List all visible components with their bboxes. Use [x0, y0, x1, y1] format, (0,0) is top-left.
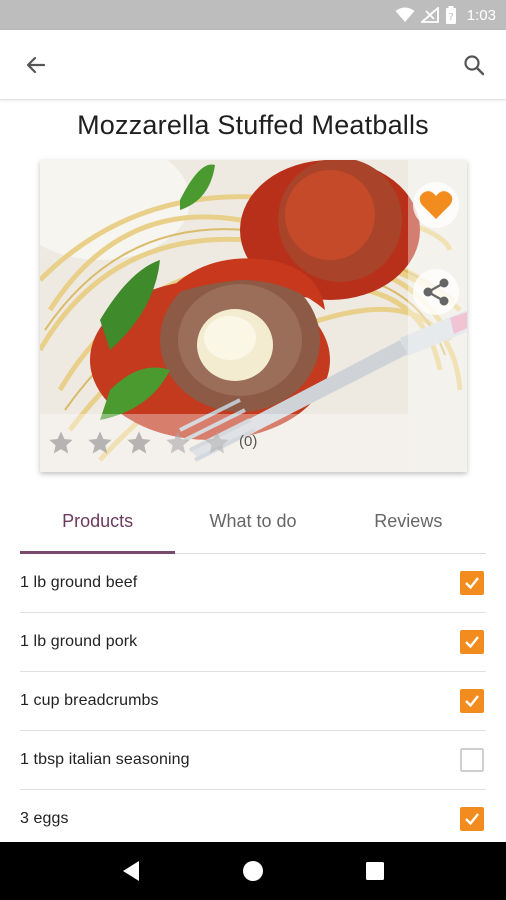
checkmark-icon [465, 636, 479, 649]
favorite-button[interactable] [413, 182, 459, 228]
system-nav-bar [0, 842, 506, 900]
signal-icon [420, 7, 439, 23]
list-item[interactable]: 1 tbsp italian seasoning [20, 731, 486, 790]
list-item[interactable]: 1 cup breadcrumbs [20, 672, 486, 731]
ingredient-checkbox[interactable] [460, 571, 484, 595]
ingredient-label: 1 tbsp italian seasoning [20, 751, 190, 768]
rating-count: (0) [239, 433, 258, 450]
rating-bar[interactable]: (0) [40, 414, 408, 472]
app-bar [0, 30, 506, 100]
ingredient-label: 1 lb ground pork [20, 633, 138, 650]
back-button[interactable] [20, 49, 52, 81]
star-icon[interactable] [124, 428, 154, 458]
heart-icon [419, 191, 453, 219]
ingredient-label: 1 lb ground beef [20, 574, 138, 591]
ingredient-checkbox[interactable] [460, 748, 484, 772]
star-icon[interactable] [85, 428, 115, 458]
list-item[interactable]: 1 lb ground pork [20, 613, 486, 672]
status-time: 1:03 [466, 6, 496, 24]
tab-reviews[interactable]: Reviews [331, 490, 486, 553]
recipe-image: (0) [40, 160, 467, 472]
share-icon [423, 278, 449, 306]
tab-what-to-do[interactable]: What to do [175, 490, 330, 553]
wifi-icon [395, 7, 415, 22]
share-button[interactable] [413, 269, 459, 315]
ingredient-checkbox[interactable] [460, 689, 484, 713]
nav-home-button[interactable] [233, 851, 273, 891]
list-item[interactable]: 1 lb ground beef [20, 554, 486, 613]
search-icon [464, 54, 485, 75]
ingredient-label: 3 eggs [20, 810, 69, 827]
ingredient-checkbox[interactable] [460, 807, 484, 831]
checkmark-icon [465, 695, 479, 708]
checkmark-icon [465, 813, 479, 826]
search-button[interactable] [458, 49, 490, 81]
recipe-tabs: Products What to do Reviews [20, 490, 486, 554]
ingredient-label: 1 cup breadcrumbs [20, 692, 159, 709]
tab-products[interactable]: Products [20, 490, 176, 554]
star-icon[interactable] [163, 428, 193, 458]
star-icon[interactable] [46, 428, 76, 458]
nav-back-button[interactable] [111, 851, 151, 891]
status-bar: ? 1:03 [0, 0, 506, 30]
svg-text:?: ? [448, 12, 453, 23]
battery-icon: ? [445, 6, 456, 24]
nav-recents-button[interactable] [355, 851, 395, 891]
star-icon[interactable] [202, 428, 232, 458]
checkmark-icon [465, 577, 479, 590]
arrow-left-icon [26, 56, 46, 73]
list-item[interactable]: 3 eggs [20, 790, 486, 849]
recipe-title: Mozzarella Stuffed Meatballs [77, 110, 429, 140]
ingredient-checkbox[interactable] [460, 630, 484, 654]
recents-square-icon [366, 862, 384, 880]
ingredient-list: 1 lb ground beef 1 lb ground pork 1 cup … [20, 554, 486, 849]
back-triangle-icon [123, 861, 139, 881]
home-circle-icon [243, 861, 263, 881]
